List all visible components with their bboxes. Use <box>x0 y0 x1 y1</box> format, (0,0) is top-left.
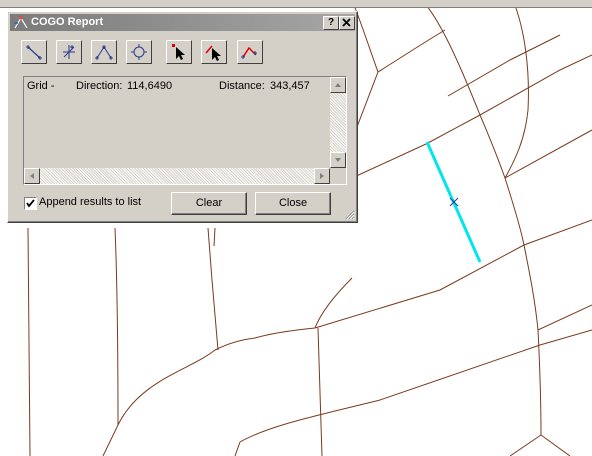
parcel-line <box>234 441 241 456</box>
parcel-line <box>540 434 571 456</box>
parcel-line <box>523 244 592 331</box>
parcel-line <box>114 227 119 426</box>
horizontal-scrollbar[interactable] <box>24 168 330 184</box>
point-add-tool-button[interactable] <box>56 40 82 64</box>
parcel-line <box>27 227 31 456</box>
parcel-line <box>479 114 592 179</box>
append-checkbox[interactable] <box>24 197 37 210</box>
results-list[interactable]: Grid - Direction: 114,6490 Distance: 343… <box>23 76 347 185</box>
direction-value: 114,6490 <box>127 80 173 92</box>
checkmark-icon <box>26 199 35 208</box>
line-tool-button[interactable] <box>21 40 47 64</box>
parcel-line <box>351 29 446 141</box>
curve-tool-icon <box>131 44 147 60</box>
cogo-report-dialog: COGO Report ? Grid - Direction: 114,6490… <box>7 11 358 223</box>
scroll-down-button[interactable] <box>330 152 346 168</box>
close-button[interactable]: Close <box>255 192 331 215</box>
parcel-line <box>351 54 592 179</box>
parcel-line <box>102 277 353 456</box>
scroll-up-button[interactable] <box>330 77 346 93</box>
angle-tool-button[interactable] <box>91 40 117 64</box>
dialog-title: COGO Report <box>31 16 104 28</box>
parcel-line <box>314 219 592 329</box>
line-tool-icon <box>26 45 42 60</box>
help-button[interactable]: ? <box>323 16 339 30</box>
close-x-icon[interactable] <box>339 16 355 30</box>
distance-label: Distance: <box>219 80 265 92</box>
grid-label: Grid - <box>27 80 55 92</box>
title-bar[interactable]: COGO Report ? <box>10 14 355 31</box>
toolbar-strip <box>0 0 592 8</box>
scroll-corner <box>330 168 346 184</box>
parcel-line <box>447 34 561 97</box>
parcel-line <box>504 177 525 246</box>
select-line-pointer-button[interactable] <box>201 40 227 64</box>
result-row[interactable]: Grid - Direction: 114,6490 Distance: 343… <box>27 80 327 94</box>
angle-tool-icon <box>95 45 113 60</box>
parcel-line <box>421 0 481 116</box>
point-add-tool-icon <box>63 45 75 59</box>
traverse-tool-icon <box>241 46 257 59</box>
parcel-line <box>504 0 529 179</box>
select-pointer-button[interactable] <box>166 40 192 64</box>
scroll-right-button[interactable] <box>314 168 330 184</box>
resize-grip-icon[interactable] <box>343 208 355 220</box>
parcel-line <box>213 227 216 247</box>
vertical-scrollbar[interactable] <box>330 77 346 168</box>
arrow-right-icon <box>320 173 324 179</box>
scroll-left-button[interactable] <box>24 168 40 184</box>
select-line-pointer-icon <box>205 45 221 61</box>
parcel-line <box>509 434 542 456</box>
clear-button[interactable]: Clear <box>171 192 247 215</box>
arrow-down-icon <box>335 158 341 162</box>
cogo-report-icon <box>14 16 28 29</box>
curve-tool-button[interactable] <box>126 40 152 64</box>
traverse-tool-button[interactable] <box>237 40 263 64</box>
parcel-line <box>207 227 219 351</box>
select-pointer-icon <box>172 44 185 60</box>
direction-label: Direction: <box>76 80 123 92</box>
parcel-line <box>317 327 323 456</box>
arrow-left-icon <box>30 173 34 179</box>
distance-value: 343,457 <box>270 80 310 92</box>
append-label[interactable]: Append results to list <box>39 196 141 208</box>
arrow-up-icon <box>335 83 341 87</box>
